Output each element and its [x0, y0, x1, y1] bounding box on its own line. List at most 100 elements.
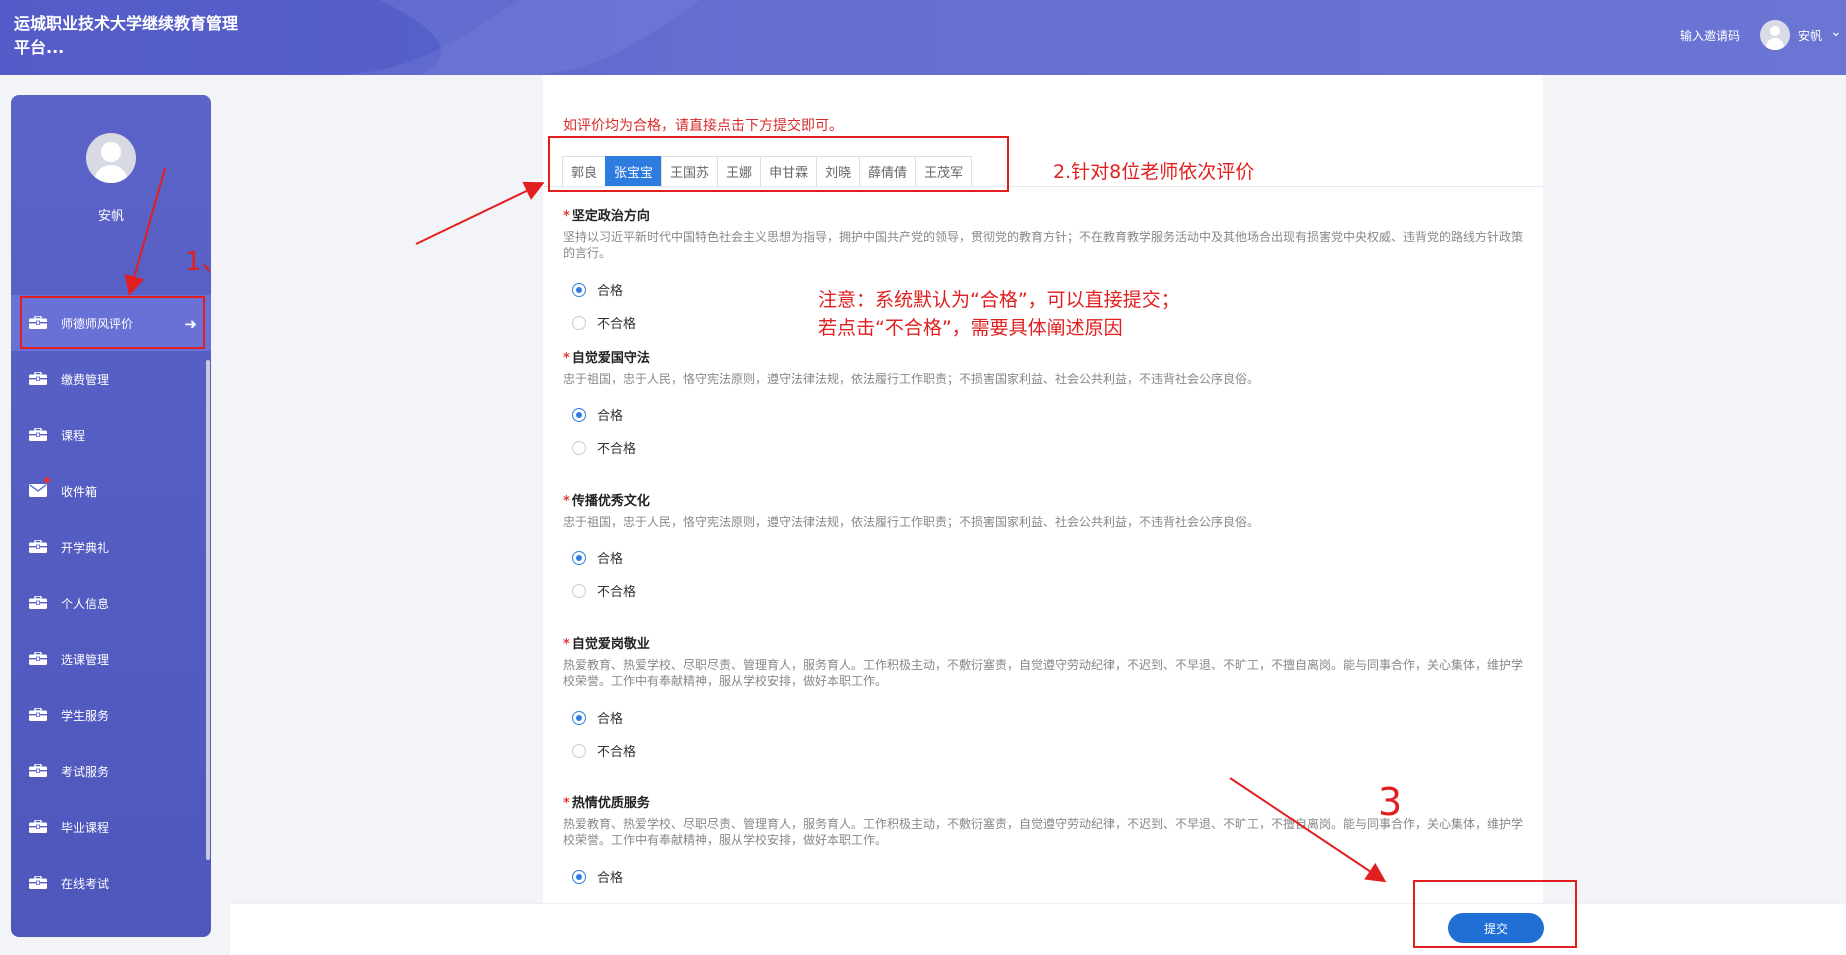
criterion-block: * 自觉爱国守法忠于祖国，忠于人民，恪守宪法原则，遵守法律法规，依法履行工作职责；…	[563, 347, 1533, 457]
sidebar-item-label: 个人信息	[61, 596, 110, 611]
annotation-note-line1: 注意：系统默认为“合格”，可以直接提交；	[818, 289, 1180, 311]
sidebar-item-1[interactable]: 缴费管理	[11, 351, 211, 407]
option-qualified[interactable]: 合格	[572, 405, 623, 424]
radio-button[interactable]	[572, 583, 586, 598]
sidebar-item-label: 选课管理	[61, 652, 110, 667]
menu-icon-wrap	[29, 539, 47, 554]
sidebar-item-6[interactable]: 选课管理	[11, 631, 211, 687]
menu-icon-wrap	[29, 427, 47, 442]
sidebar-item-label: 缴费管理	[61, 372, 110, 387]
option-label: 合格	[597, 552, 624, 567]
radio-button[interactable]	[572, 710, 586, 725]
option-qualified[interactable]: 合格	[572, 548, 623, 567]
sidebar-item-label: 课程	[61, 428, 86, 443]
platform-title: 运城职业技术大学继续教育管理平台...	[14, 14, 239, 57]
sidebar-item-label: 学生服务	[61, 708, 110, 723]
profile-name: 安帆	[97, 209, 124, 224]
criterion-description: 热爱教育、热爱学校、尽职尽责、管理育人，服务育人。工作积极主动，不敷衍塞责，自觉…	[563, 658, 1524, 688]
option-qualified[interactable]: 合格	[572, 867, 623, 886]
envelope-icon	[29, 484, 47, 497]
menu-icon-wrap	[29, 707, 47, 722]
sidebar-item-5[interactable]: 个人信息	[11, 575, 211, 631]
sidebar-item-9[interactable]: 毕业课程	[11, 799, 211, 855]
criterion-block: * 坚定政治方向 坚持以习近平新时代中国特色社会主义思想为指导，拥护中国共产党的领导…	[563, 205, 1533, 332]
briefcase-icon	[29, 763, 47, 777]
option-label: 不合格	[597, 442, 637, 457]
sidebar-item-2[interactable]: 课程	[11, 407, 211, 463]
menu-icon-wrap	[29, 875, 47, 890]
menu-icon-wrap	[29, 595, 47, 610]
option-unqualified[interactable]: 不合格	[572, 438, 636, 457]
option-label: 合格	[597, 409, 624, 424]
briefcase-icon	[29, 371, 47, 385]
unread-dot	[44, 477, 50, 483]
annotation-arrow-2	[415, 181, 545, 245]
required-mark: *	[563, 351, 570, 366]
sidebar: 安帆 师德师风评价 ➜ 缴费管理 课程 收件箱 开学典礼 个人信息 选课管理 学生服务 考试服务毕…	[11, 95, 211, 937]
notice-text: 如评价均为合格，请直接点击下方提交即可。	[563, 118, 843, 134]
criterion-title-text: 自觉爱岗敬业	[571, 637, 650, 652]
criterion-title: * 传播优秀文化	[563, 490, 1533, 509]
criterion-title-text: 坚定政治方向	[571, 209, 650, 224]
sidebar-item-7[interactable]: 学生服务	[11, 687, 211, 743]
option-unqualified[interactable]: 不合格	[572, 313, 636, 332]
required-mark: *	[563, 796, 570, 811]
option-label: 合格	[597, 871, 624, 886]
sidebar-item-10[interactable]: 在线考试	[11, 855, 211, 911]
sidebar-item-label: 毕业课程	[61, 820, 110, 835]
option-qualified[interactable]: 合格	[572, 280, 623, 299]
radio-button[interactable]	[572, 550, 586, 565]
annotation-step1: 1、	[185, 247, 228, 277]
radio-button[interactable]	[572, 440, 586, 455]
annotation-box-submit	[1413, 880, 1577, 948]
radio-button[interactable]	[572, 407, 586, 422]
sidebar-scrollbar[interactable]	[206, 360, 210, 860]
chevron-down-icon: ⌄	[1830, 24, 1842, 40]
briefcase-icon	[29, 539, 47, 553]
option-unqualified[interactable]: 不合格	[572, 741, 636, 760]
radio-button[interactable]	[572, 869, 586, 884]
sidebar-item-8[interactable]: 考试服务	[11, 743, 211, 799]
briefcase-icon	[29, 427, 47, 441]
required-mark: *	[563, 637, 570, 652]
sidebar-menu: 师德师风评价 ➜ 缴费管理 课程 收件箱 开学典礼 个人信息 选课管理 学生服务 考试服务 毕业课程…	[11, 295, 211, 911]
radio-button[interactable]	[572, 315, 586, 330]
radio-button[interactable]	[572, 282, 586, 297]
option-label: 不合格	[597, 317, 637, 332]
criterion-description: 坚持以习近平新时代中国特色社会主义思想为指导，拥护中国共产党的领导，贯彻党的教育…	[563, 230, 1524, 260]
briefcase-icon	[29, 875, 47, 889]
criterion-block: * 传播优秀文化忠于祖国，忠于人民，恪守宪法原则，遵守法律法规，依法履行工作职责；…	[563, 490, 1533, 600]
menu-icon-wrap	[29, 371, 47, 386]
criterion-title: * 自觉爱国守法	[563, 347, 1533, 366]
user-avatar	[1760, 20, 1790, 50]
sidebar-item-label: 开学典礼	[61, 540, 110, 555]
sidebar-item-label: 在线考试	[61, 876, 110, 891]
annotation-step2: 2.针对8位老师依次评价	[1053, 161, 1255, 183]
criterion-title: * 自觉爱岗敬业	[563, 633, 1533, 652]
bottom-bar	[230, 903, 1846, 955]
criterion-description: 忠于祖国，忠于人民，恪守宪法原则，遵守法律法规，依法履行工作职责；不损害国家利益…	[563, 372, 1260, 386]
sidebar-item-3[interactable]: 收件箱	[11, 463, 211, 519]
sidebar-item-4[interactable]: 开学典礼	[11, 519, 211, 575]
user-menu[interactable]: 安帆 ⌄	[1760, 20, 1842, 50]
criterion-title-text: 传播优秀文化	[571, 494, 650, 509]
option-label: 不合格	[597, 585, 637, 600]
option-qualified[interactable]: 合格	[572, 708, 623, 727]
menu-icon-wrap	[29, 651, 47, 666]
radio-button[interactable]	[572, 743, 586, 758]
profile-avatar	[86, 133, 136, 183]
briefcase-icon	[29, 651, 47, 665]
top-header: 运城职业技术大学继续教育管理平台... 输入邀请码 安帆 ⌄	[0, 0, 1846, 75]
briefcase-icon	[29, 819, 47, 833]
annotation-box-menu	[20, 296, 205, 349]
option-unqualified[interactable]: 不合格	[572, 581, 636, 600]
invite-code-link[interactable]: 输入邀请码	[1680, 27, 1740, 44]
menu-icon-wrap	[29, 763, 47, 778]
criterion-description: 忠于祖国，忠于人民，恪守宪法原则，遵守法律法规，依法履行工作职责；不损害国家利益…	[563, 515, 1260, 529]
option-label: 不合格	[597, 745, 637, 760]
sidebar-item-label: 收件箱	[61, 484, 98, 499]
user-name: 安帆	[1798, 28, 1823, 43]
criterion-title-text: 自觉爱国守法	[571, 351, 650, 366]
annotation-note-line2: 若点击“不合格”，需要具体阐述原因	[818, 317, 1123, 339]
annotation-box-tabs	[548, 136, 1009, 192]
